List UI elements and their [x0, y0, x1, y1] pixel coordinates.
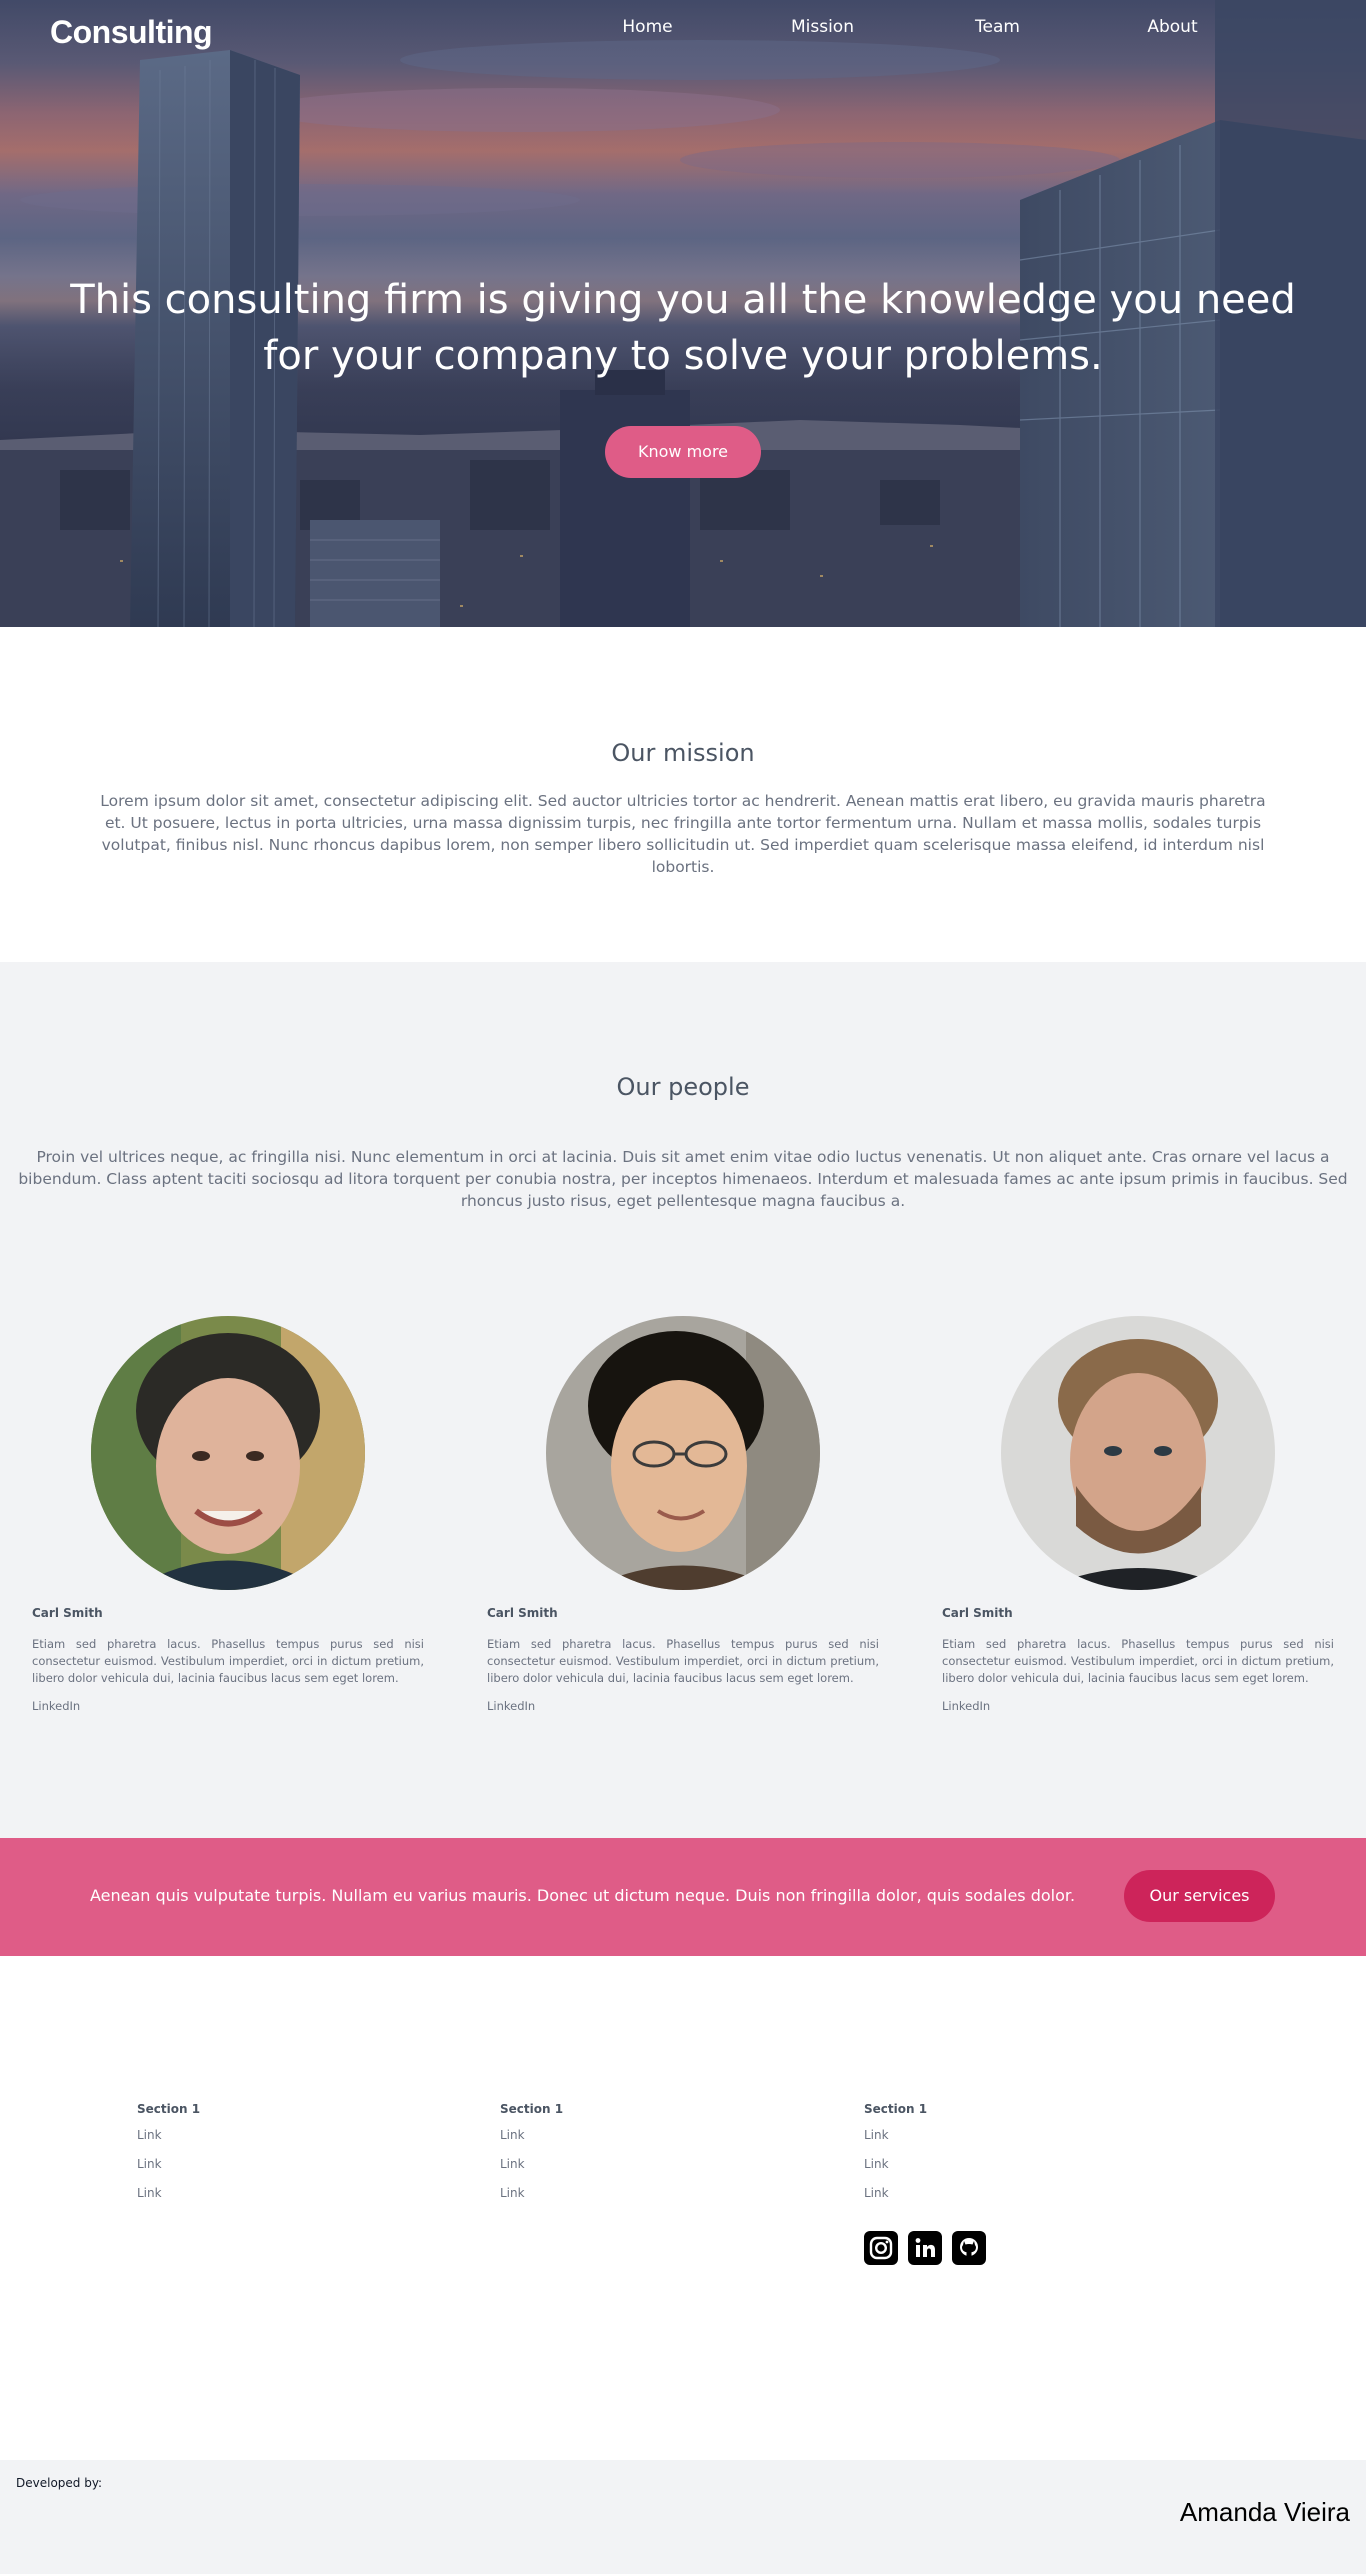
linkedin-link[interactable]: LinkedIn — [942, 1699, 990, 1713]
people-section: Our people Proin vel ultrices neque, ac … — [0, 962, 1366, 1838]
cta-banner: Aenean quis vulputate turpis. Nullam eu … — [0, 1838, 1366, 1956]
avatar — [91, 1316, 365, 1590]
people-intro: Proin vel ultrices neque, ac fringilla n… — [18, 1148, 1348, 1210]
footer-column-title: Section 1 — [500, 2102, 564, 2116]
cta-text: Aenean quis vulputate turpis. Nullam eu … — [90, 1886, 1076, 1905]
mission-text: Lorem ipsum dolor sit amet, consectetur … — [100, 792, 1266, 876]
footer-link[interactable]: Link — [137, 2155, 437, 2184]
footer-link[interactable]: Link — [864, 2126, 1164, 2155]
footer-column: Section 1 Link Link Link — [864, 2102, 1164, 2213]
know-more-button[interactable]: Know more — [605, 426, 761, 478]
nav-link-mission[interactable]: Mission — [735, 17, 910, 37]
footer-link[interactable]: Link — [500, 2184, 800, 2213]
team-member-bio: Etiam sed pharetra lacus. Phasellus temp… — [32, 1637, 424, 1685]
avatar — [546, 1316, 820, 1590]
footer-link[interactable]: Link — [864, 2155, 1164, 2184]
instagram-icon[interactable] — [864, 2231, 898, 2265]
team-member-name: Carl Smith — [32, 1606, 103, 1620]
footer-link[interactable]: Link — [137, 2126, 437, 2155]
linkedin-link[interactable]: LinkedIn — [32, 1699, 80, 1713]
site-logo[interactable]: Consulting — [50, 14, 213, 51]
people-title: Our people — [616, 1073, 750, 1101]
footer-column-title: Section 1 — [864, 2102, 928, 2116]
footer: Section 1 Link Link Link Section 1 Link … — [0, 1956, 1366, 2460]
mission-section: Our mission Lorem ipsum dolor sit amet, … — [0, 627, 1366, 962]
team-member-bio: Etiam sed pharetra lacus. Phasellus temp… — [942, 1637, 1334, 1685]
top-navigation: Consulting Home Mission Team About — [0, 0, 1366, 60]
team-member-name: Carl Smith — [487, 1606, 558, 1620]
team-member-name: Carl Smith — [942, 1606, 1013, 1620]
footer-column: Section 1 Link Link Link — [137, 2102, 437, 2213]
credits-bar: Developed by: Amanda Vieira — [0, 2460, 1366, 2574]
developed-by-label: Developed by: — [16, 2476, 103, 2490]
footer-link[interactable]: Link — [500, 2155, 800, 2184]
footer-column-title: Section 1 — [137, 2102, 201, 2116]
mission-title: Our mission — [611, 739, 755, 767]
linkedin-icon[interactable] — [908, 2231, 942, 2265]
our-services-button[interactable]: Our services — [1124, 1870, 1275, 1922]
portrait-photo — [91, 1316, 365, 1590]
hero-section: Consulting Home Mission Team About This … — [0, 0, 1366, 627]
footer-link[interactable]: Link — [864, 2184, 1164, 2213]
hero-title: This consulting firm is giving you all t… — [70, 277, 1296, 379]
portrait-photo — [1001, 1316, 1275, 1590]
nav-link-team[interactable]: Team — [910, 17, 1085, 37]
team-member-bio: Etiam sed pharetra lacus. Phasellus temp… — [487, 1637, 879, 1685]
portrait-photo — [546, 1316, 820, 1590]
footer-column: Section 1 Link Link Link — [500, 2102, 800, 2213]
social-icons — [864, 2231, 986, 2265]
nav-link-about[interactable]: About — [1085, 17, 1260, 37]
github-icon[interactable] — [952, 2231, 986, 2265]
developer-name: Amanda Vieira — [1179, 2497, 1350, 2527]
linkedin-link[interactable]: LinkedIn — [487, 1699, 535, 1713]
nav-link-home[interactable]: Home — [560, 17, 735, 37]
footer-link[interactable]: Link — [137, 2184, 437, 2213]
nav-links: Home Mission Team About — [560, 17, 1260, 37]
avatar — [1001, 1316, 1275, 1590]
footer-link[interactable]: Link — [500, 2126, 800, 2155]
